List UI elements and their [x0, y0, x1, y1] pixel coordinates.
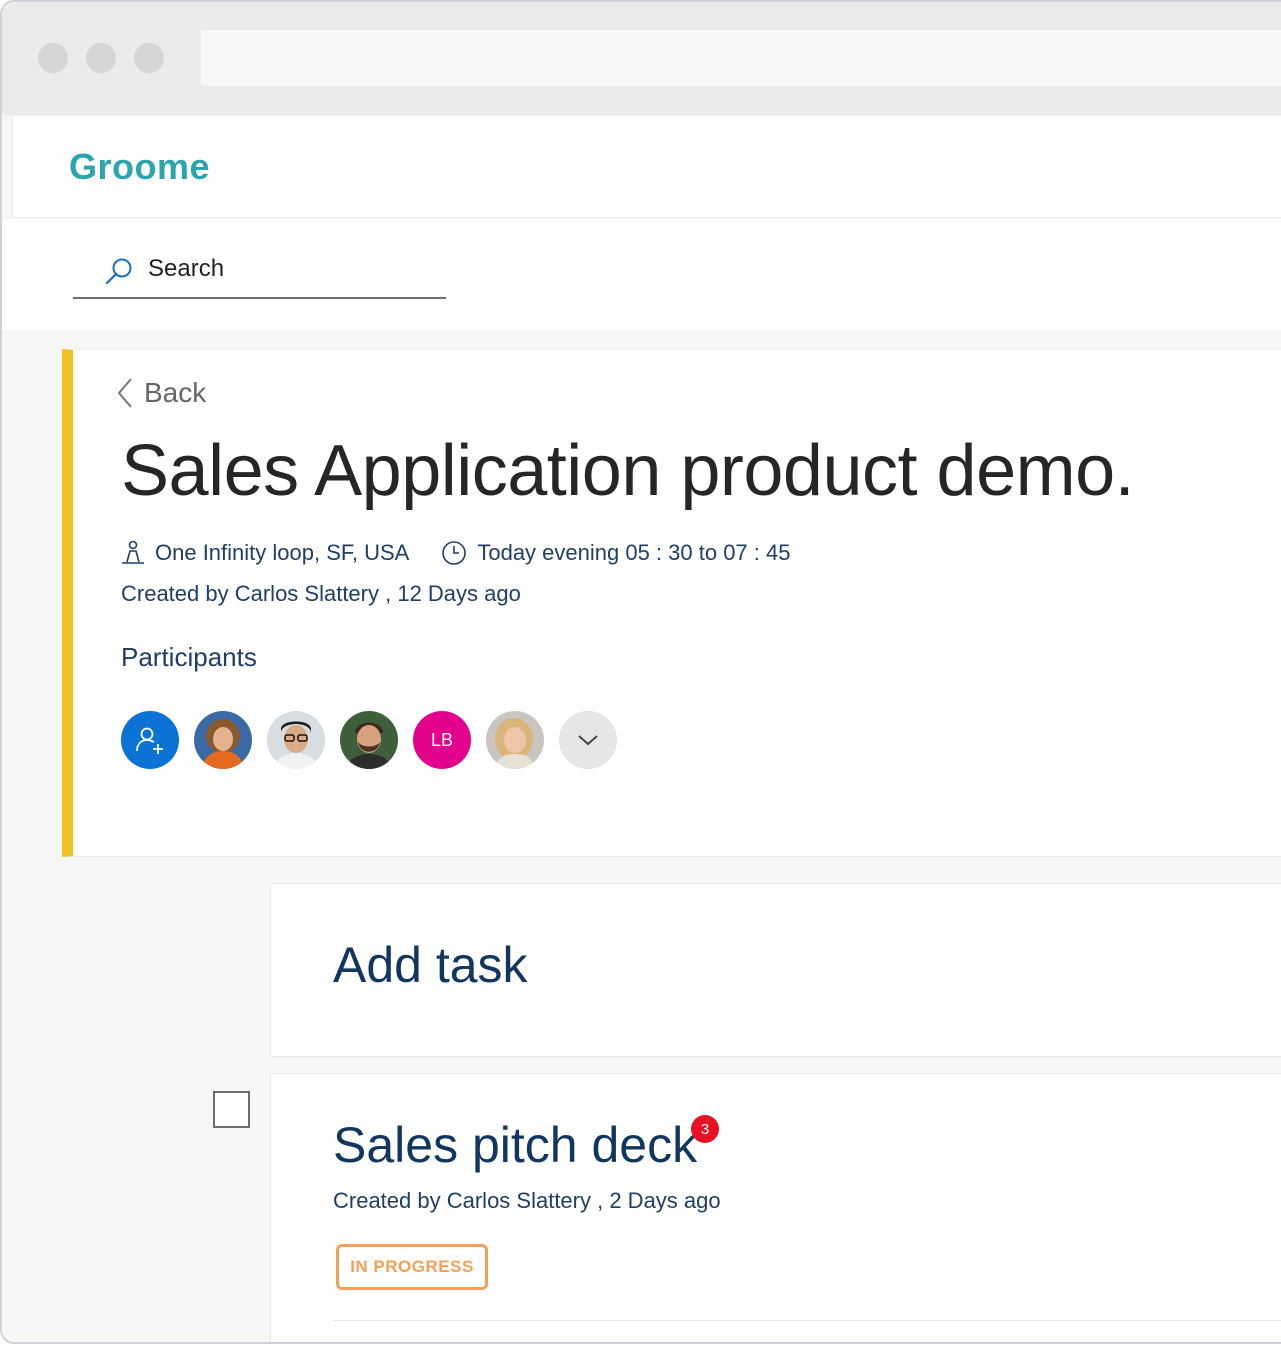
avatar-man-beard-icon: [340, 711, 398, 769]
meeting-title: Sales Application product demo.: [121, 431, 1135, 511]
chevron-down-icon: [578, 735, 598, 746]
avatar-woman-curly-icon: [194, 711, 252, 769]
back-button[interactable]: Back: [116, 376, 206, 410]
back-label: Back: [144, 377, 207, 408]
address-bar[interactable]: [201, 30, 1281, 86]
window-close-dot[interactable]: [38, 43, 68, 73]
participant-avatar[interactable]: [267, 711, 325, 769]
participant-avatar[interactable]: [194, 711, 252, 769]
task-card[interactable]: Sales pitch deck 3 Created by Carlos Sla…: [270, 1073, 1281, 1342]
meeting-details-row: One Infinity loop, SF, USA Today evening…: [121, 540, 790, 566]
location-person-icon: [122, 540, 144, 564]
window-zoom-dot[interactable]: [134, 43, 164, 73]
add-person-icon: [136, 727, 163, 754]
avatar-man-glasses-icon: [267, 711, 325, 769]
task-title[interactable]: Sales pitch deck: [333, 1116, 697, 1174]
meeting-card: Back Sales Application product demo. One…: [62, 349, 1281, 857]
search-area: Search: [2, 219, 1281, 330]
task-created: Created by Carlos Slattery , 2 Days ago: [333, 1188, 721, 1213]
add-participant-button[interactable]: [121, 711, 179, 769]
chevron-left-icon: [117, 378, 132, 408]
browser-chrome: [2, 2, 1281, 115]
window-minimize-dot[interactable]: [86, 43, 116, 73]
more-participants-button[interactable]: [559, 711, 617, 769]
meeting-location: One Infinity loop, SF, USA: [155, 540, 410, 565]
meeting-created: Created by Carlos Slattery , 12 Days ago: [121, 581, 521, 606]
status-badge: IN PROGRESS: [336, 1244, 488, 1290]
add-task-input[interactable]: Add task: [270, 883, 1281, 1057]
participant-avatar-initials[interactable]: LB: [413, 711, 471, 769]
participant-avatar[interactable]: [340, 711, 398, 769]
search-icon: [105, 258, 132, 285]
participant-avatar[interactable]: [486, 711, 544, 769]
avatar-woman-blonde-icon: [486, 711, 544, 769]
meeting-time: Today evening 05 : 30 to 07 : 45: [477, 540, 791, 565]
app-logo[interactable]: Groome: [69, 146, 210, 188]
participant-initials: LB: [430, 729, 454, 750]
search-placeholder: Search: [148, 255, 225, 282]
add-task-placeholder: Add task: [333, 937, 528, 993]
app-header: Groome: [12, 115, 1281, 218]
participants-list: LB: [121, 711, 632, 769]
divider: [333, 1320, 1281, 1321]
task-checkbox[interactable]: [213, 1091, 250, 1128]
clock-icon: [442, 541, 467, 565]
search-input[interactable]: Search: [73, 247, 446, 299]
participants-heading: Participants: [121, 642, 257, 672]
notification-badge: 3: [691, 1115, 719, 1143]
browser-window: Groome Search Back Sales Application pro…: [0, 0, 1281, 1344]
